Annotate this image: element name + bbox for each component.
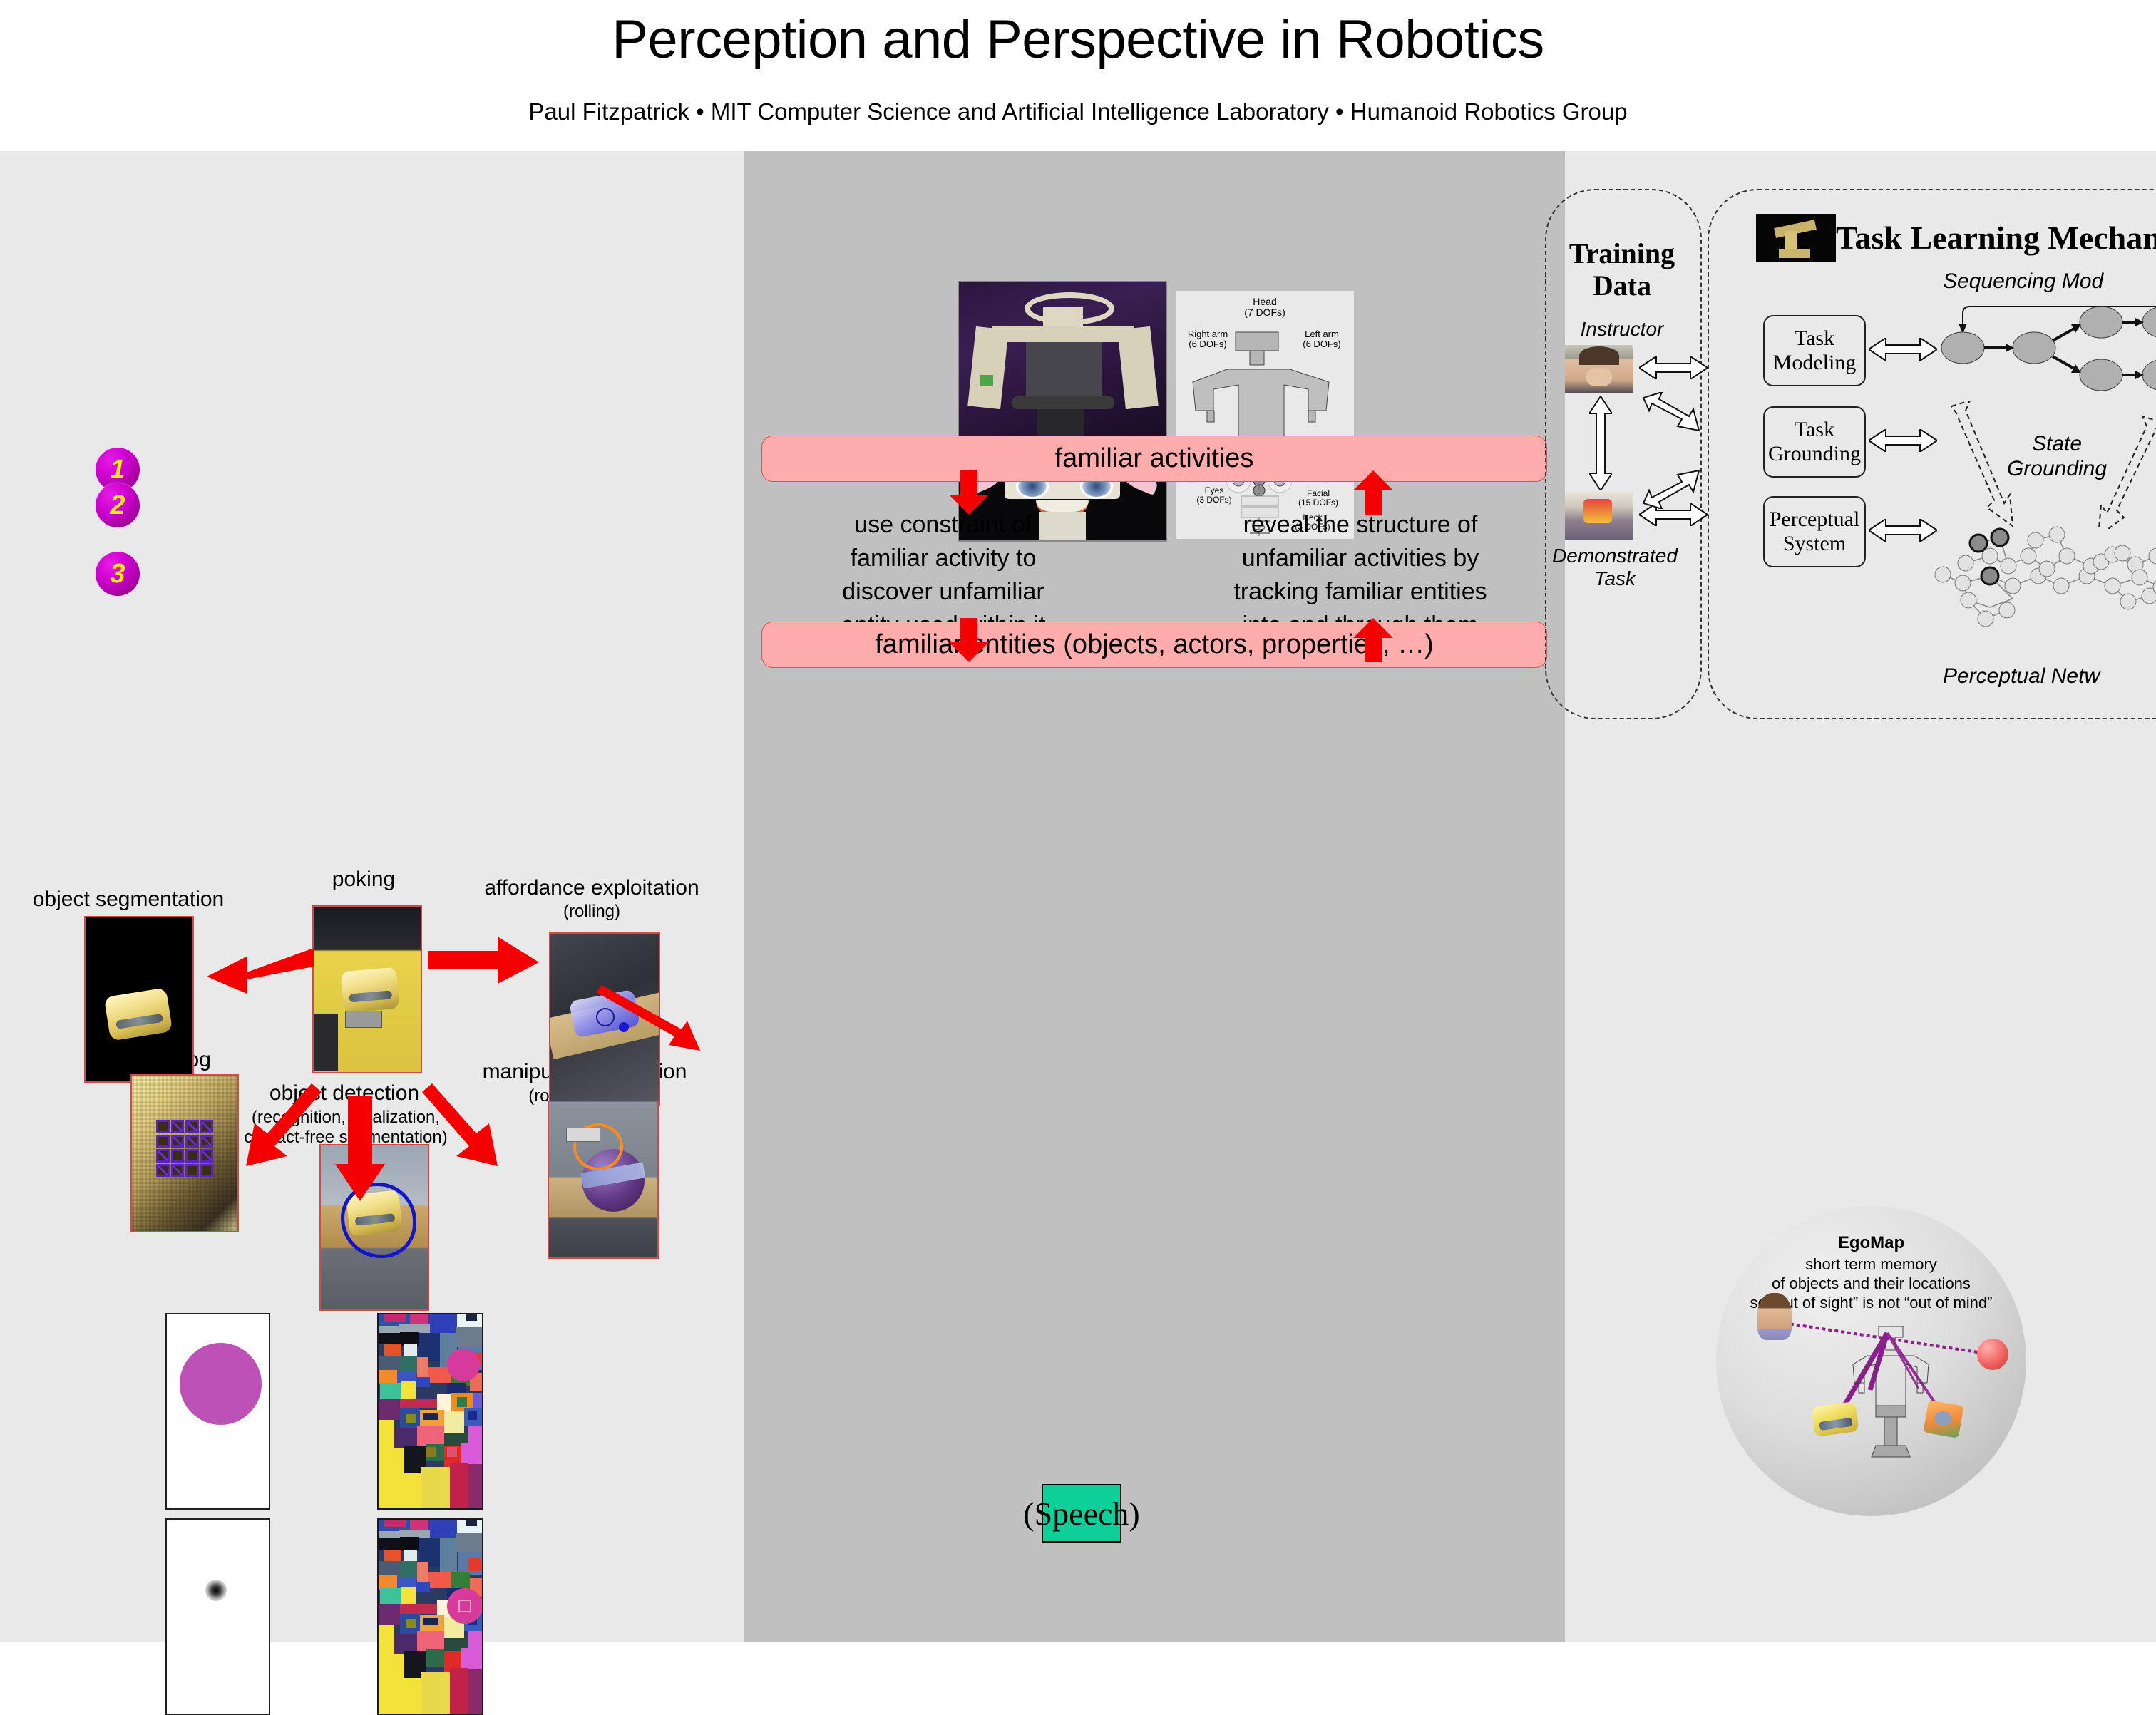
- tile-magenta-disc: [165, 1313, 270, 1510]
- tile-mosaic-with-disc: [377, 1313, 483, 1510]
- arrow-grounding-to-state: [1869, 429, 1937, 452]
- arrow-poking-to-object-detection: [335, 1096, 385, 1201]
- demonstrated-task-label: Demonstrated Task: [1552, 545, 1678, 590]
- perceptual-network-label: Perceptual Netw: [1943, 664, 2100, 688]
- step-ball-2: 2: [96, 483, 140, 527]
- edge-cell: [185, 1149, 199, 1163]
- edge-cell: [170, 1134, 184, 1148]
- edge-cell: [200, 1149, 213, 1163]
- familiar-activities-box: familiar activities: [761, 436, 1547, 482]
- cog-robot-photo: [958, 281, 1167, 456]
- instructor-photo: [1565, 345, 1633, 393]
- edge-cell: [185, 1134, 199, 1148]
- edge-cell: [200, 1120, 213, 1133]
- arrow-instructor-demonstrated: [1589, 396, 1612, 490]
- center-column: Head (7 DOFs) Right arm (6 DOFs) Left arm(…: [744, 151, 1565, 1642]
- arrow-diagonal-upper: [1643, 392, 1700, 432]
- label-affordance-exploitation: affordance exploitation: [484, 876, 699, 900]
- arrow-poking-to-affordance: [428, 937, 539, 984]
- instructor-label: Instructor: [1580, 318, 1664, 340]
- task-learning-title: Task Learning Mechani: [1836, 220, 2156, 256]
- step-ball-3: 3: [96, 552, 140, 596]
- label-poking: poking: [332, 867, 396, 891]
- edge-cell: [156, 1120, 170, 1133]
- perceptual-network-graph: [1934, 526, 2156, 627]
- edge-cell: [156, 1163, 170, 1177]
- sequencing-model-label: Sequencing Mod: [1943, 269, 2104, 293]
- edge-cell: [200, 1134, 213, 1148]
- arrow-modeling-to-sequencing: [1869, 338, 1937, 361]
- familiar-activities-label: familiar activities: [1054, 443, 1254, 473]
- tile-detection-peak: [165, 1518, 270, 1715]
- edge-cell: [200, 1163, 213, 1177]
- arrow-instructor-task-modeling: [1639, 356, 1708, 379]
- poking-photo: [312, 905, 422, 1073]
- arrow-poking-to-manipulator: [422, 1083, 498, 1166]
- familiar-entities-box: familiar entities (objects, actors, prop…: [761, 622, 1547, 668]
- robot-arm-thumbnail: [1756, 214, 1836, 262]
- label-object-segmentation: object segmentation: [32, 887, 225, 911]
- arrow-diagonal-lower: [1643, 469, 1700, 509]
- page-title: Perception and Perspective in Robotics: [612, 9, 1544, 70]
- sequencing-model-graph: [1941, 306, 2156, 391]
- egomap-orange-cube: [1923, 1400, 1964, 1438]
- training-data-title: Training Data: [1569, 237, 1675, 302]
- egomap-red-ball: [1977, 1339, 2008, 1370]
- right-column: Training Data Instructor Demonstrated Ta…: [1545, 151, 2156, 1642]
- egomap-disc: EgoMap short term memory of objects and …: [1716, 1206, 2026, 1516]
- edge-cell: [170, 1149, 184, 1163]
- task-modeling-box: Task Modeling: [1763, 315, 1866, 386]
- demonstrated-task-photo: [1565, 492, 1633, 540]
- speech-box: (Speech): [1023, 1484, 1140, 1543]
- arrow-activities-to-left-text: [949, 470, 989, 515]
- edge-cell: [170, 1163, 184, 1177]
- edge-cell: [156, 1134, 170, 1148]
- egomap-yellow-car: [1811, 1401, 1859, 1438]
- state-grounding-dashed-arrows: [1950, 401, 2156, 529]
- edge-cell: [185, 1120, 199, 1133]
- mosaic: [379, 1314, 482, 1508]
- edge-cell: [170, 1120, 184, 1133]
- left-column: 1 2 3 object segmentation poking afforda…: [0, 151, 744, 1715]
- perceptual-system-box: Perceptual System: [1763, 496, 1866, 567]
- tile-mosaic-with-detection: [377, 1518, 483, 1715]
- edge-catalog-photo: [130, 1074, 239, 1232]
- label-affordance-sub: (rolling): [563, 902, 620, 921]
- egomap-person-head: [1757, 1293, 1792, 1340]
- egomap-robot-silhouette: [1852, 1326, 1929, 1458]
- edge-cell: [185, 1163, 199, 1177]
- object-segmentation-photo: [84, 916, 194, 1083]
- arrow-poking-to-edge-catalog: [246, 1083, 322, 1166]
- edge-cell: [156, 1149, 170, 1163]
- manipulator-detection-photo: [548, 1101, 659, 1259]
- author-line: Paul Fitzpatrick • MIT Computer Science …: [528, 98, 1628, 125]
- poster-header: Perception and Perspective in Robotics P…: [0, 0, 2156, 151]
- edge-patch-grid: [156, 1120, 213, 1177]
- speech-label: (Speech): [1023, 1495, 1140, 1532]
- mosaic: [379, 1520, 482, 1714]
- arrow-right-text-to-activities: [1353, 470, 1393, 515]
- arrow-poking-to-segmentation: [207, 948, 314, 994]
- task-grounding-box: Task Grounding: [1763, 406, 1866, 478]
- arrow-left-text-to-entities: [949, 618, 989, 662]
- affordance-roll-arrow: [596, 985, 700, 1051]
- arrow-entities-to-right-text: [1353, 618, 1393, 662]
